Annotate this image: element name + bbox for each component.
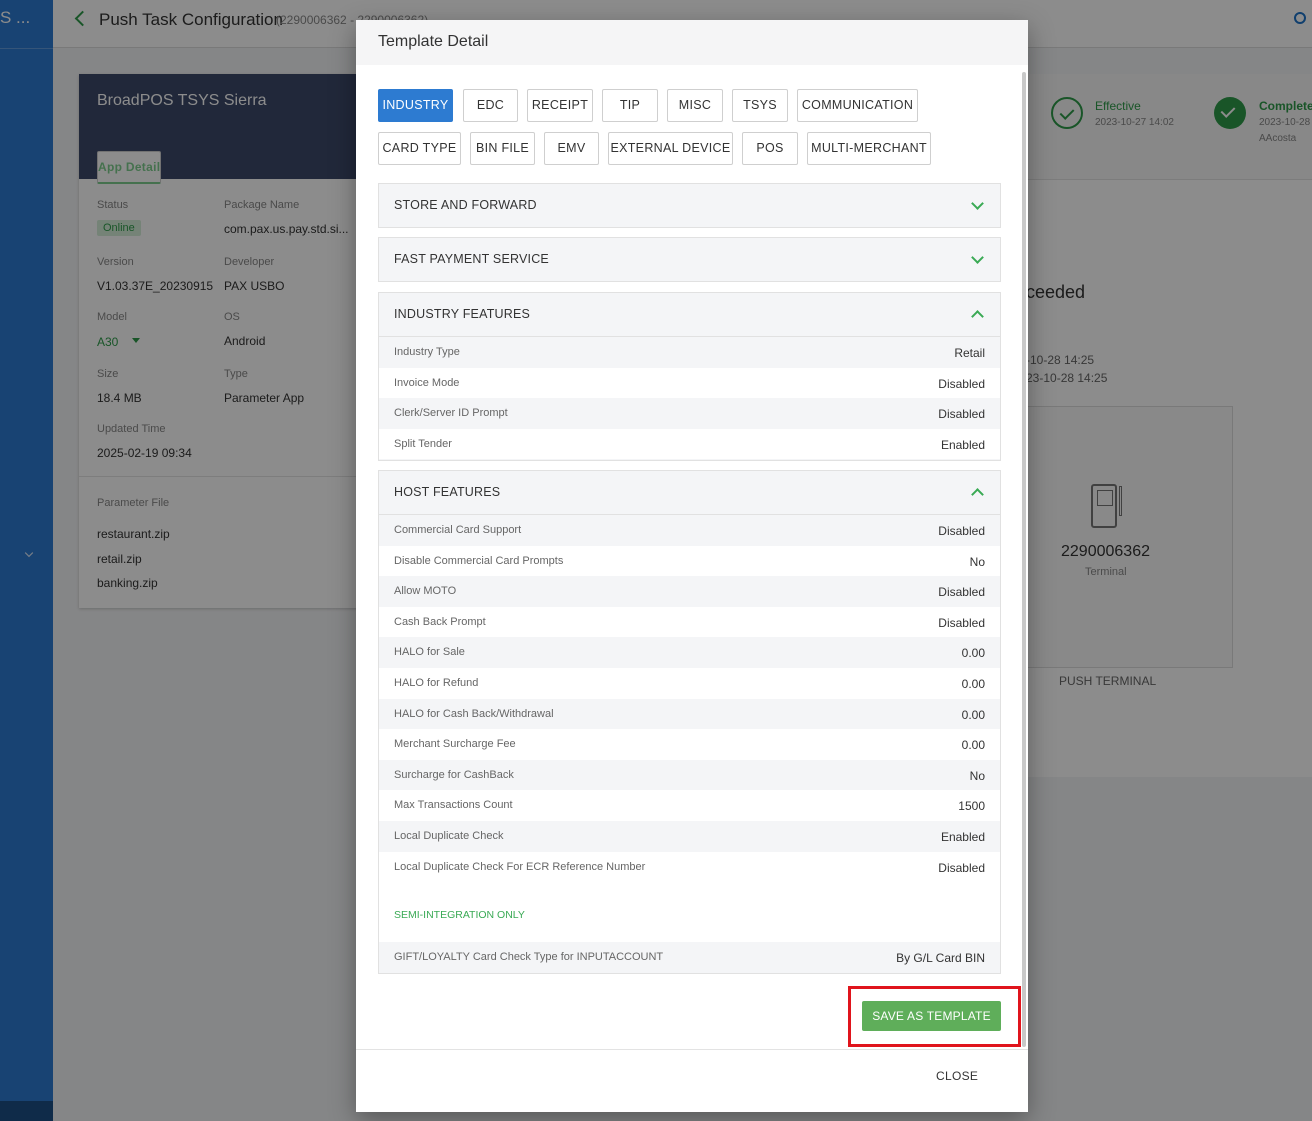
chevron-up-icon[interactable] bbox=[971, 310, 984, 323]
table-row: Clerk/Server ID Prompt Disabled bbox=[379, 398, 1000, 429]
table-row: Max Transactions Count 1500 bbox=[379, 790, 1000, 821]
row-value: Disabled bbox=[938, 407, 985, 422]
table-row: Split Tender Enabled bbox=[379, 429, 1000, 460]
row-value: Disabled bbox=[938, 585, 985, 600]
row-key: Surcharge for CashBack bbox=[394, 768, 514, 781]
row-value: No bbox=[969, 554, 985, 569]
row-key: Clerk/Server ID Prompt bbox=[394, 407, 508, 420]
table-row: HALO for Refund 0.00 bbox=[379, 668, 1000, 699]
row-value: No bbox=[969, 768, 985, 783]
semi-integration-subheader: SEMI-INTEGRATION ONLY bbox=[379, 882, 1000, 943]
section-title: INDUSTRY FEATURES bbox=[394, 307, 531, 321]
section-store-and-forward[interactable]: STORE AND FORWARD bbox=[378, 183, 1001, 228]
tab-emv[interactable]: EMV bbox=[544, 132, 599, 165]
row-key: Merchant Surcharge Fee bbox=[394, 738, 516, 751]
chevron-down-icon[interactable] bbox=[971, 251, 984, 264]
row-value: Disabled bbox=[938, 615, 985, 630]
host-rows: Commercial Card Support Disabled Disable … bbox=[379, 514, 1000, 973]
section-title: STORE AND FORWARD bbox=[394, 198, 537, 212]
table-row: HALO for Cash Back/Withdrawal 0.00 bbox=[379, 698, 1000, 730]
row-key: Local Duplicate Check bbox=[394, 829, 504, 842]
tab-communication[interactable]: COMMUNICATION bbox=[797, 89, 918, 122]
section-title: FAST PAYMENT SERVICE bbox=[394, 252, 549, 266]
row-value: By G/L Card BIN bbox=[896, 951, 985, 966]
table-row: HALO for Sale 0.00 bbox=[379, 637, 1000, 668]
dialog-footer-divider bbox=[356, 1049, 1028, 1050]
row-value: 0.00 bbox=[961, 676, 985, 691]
row-value: 0.00 bbox=[961, 738, 985, 753]
section-title: HOST FEATURES bbox=[394, 485, 501, 499]
table-row: Cash Back Prompt Disabled bbox=[379, 607, 1000, 638]
row-value: Disabled bbox=[938, 376, 985, 391]
section-industry-features: INDUSTRY FEATURES Industry Type Retail In… bbox=[378, 292, 1001, 461]
row-key: HALO for Sale bbox=[394, 646, 465, 659]
row-key: Split Tender bbox=[394, 437, 452, 450]
section-host-features: HOST FEATURES Commercial Card Support Dis… bbox=[378, 470, 1001, 974]
table-row: Invoice Mode Disabled bbox=[379, 368, 1000, 399]
chevron-down-icon[interactable] bbox=[971, 197, 984, 210]
section-header[interactable]: HOST FEATURES bbox=[379, 471, 1000, 514]
section-header[interactable]: FAST PAYMENT SERVICE bbox=[379, 238, 1000, 281]
table-row: Merchant Surcharge Fee 0.00 bbox=[379, 729, 1000, 760]
row-key: Commercial Card Support bbox=[394, 524, 522, 536]
tab-industry[interactable]: INDUSTRY bbox=[378, 89, 453, 122]
row-key: Industry Type bbox=[394, 346, 460, 358]
template-detail-dialog: Template Detail INDUSTRY EDC RECEIPT TIP… bbox=[356, 20, 1028, 1112]
chevron-up-icon[interactable] bbox=[971, 488, 984, 501]
tab-external-device[interactable]: EXTERNAL DEVICE bbox=[608, 132, 733, 165]
table-row: Local Duplicate Check Enabled bbox=[379, 820, 1000, 852]
tab-tip[interactable]: TIP bbox=[602, 89, 658, 122]
row-value: Enabled bbox=[940, 829, 985, 844]
table-row: GIFT/LOYALTY Card Check Type for INPUTAC… bbox=[379, 942, 1000, 973]
row-key: Max Transactions Count bbox=[394, 799, 513, 812]
tab-bin-file[interactable]: BIN FILE bbox=[470, 132, 535, 165]
tab-pos[interactable]: POS bbox=[742, 132, 798, 165]
row-key: Allow MOTO bbox=[394, 585, 457, 598]
semi-integration-label: SEMI-INTEGRATION ONLY bbox=[394, 909, 525, 922]
row-key: GIFT/LOYALTY Card Check Type for INPUTAC… bbox=[394, 951, 664, 964]
row-value: 0.00 bbox=[961, 707, 985, 722]
dialog-scrollbar[interactable] bbox=[1022, 72, 1026, 1047]
industry-rows: Industry Type Retail Invoice Mode Disabled… bbox=[379, 336, 1000, 460]
row-value: Retail bbox=[954, 346, 985, 360]
tab-multi-merchant[interactable]: MULTI-MERCHANT bbox=[807, 132, 931, 165]
row-value: Enabled bbox=[940, 437, 985, 452]
tab-misc[interactable]: MISC bbox=[667, 89, 723, 122]
row-key: Local Duplicate Check For ECR Reference … bbox=[394, 860, 646, 873]
tab-receipt[interactable]: RECEIPT bbox=[527, 89, 593, 122]
row-key: HALO for Cash Back/Withdrawal bbox=[394, 707, 554, 720]
table-row: Local Duplicate Check For ECR Reference … bbox=[379, 852, 1000, 883]
row-key: HALO for Refund bbox=[394, 676, 479, 689]
dialog-title-bar: Template Detail bbox=[356, 20, 1028, 65]
table-row: Disable Commercial Card Prompts No bbox=[379, 546, 1000, 577]
tab-edc[interactable]: EDC bbox=[463, 89, 518, 122]
close-button[interactable]: CLOSE bbox=[936, 1069, 978, 1083]
section-header[interactable]: INDUSTRY FEATURES bbox=[379, 293, 1000, 336]
tab-card-type[interactable]: CARD TYPE bbox=[378, 132, 461, 165]
row-value: 1500 bbox=[958, 799, 985, 814]
row-value: Disabled bbox=[938, 524, 985, 538]
row-key: Invoice Mode bbox=[394, 376, 460, 389]
table-row: Industry Type Retail bbox=[379, 337, 1000, 368]
table-row: Allow MOTO Disabled bbox=[379, 576, 1000, 607]
dialog-title: Template Detail bbox=[378, 33, 489, 50]
row-key: Cash Back Prompt bbox=[394, 615, 486, 628]
tab-tsys[interactable]: TSYS bbox=[732, 89, 788, 122]
table-row: Commercial Card Support Disabled bbox=[379, 515, 1000, 546]
table-row: Surcharge for CashBack No bbox=[379, 759, 1000, 791]
row-value: Disabled bbox=[938, 860, 985, 875]
row-key: Disable Commercial Card Prompts bbox=[394, 554, 564, 567]
section-header[interactable]: STORE AND FORWARD bbox=[379, 184, 1000, 227]
row-value: 0.00 bbox=[961, 646, 985, 661]
section-fast-payment-service[interactable]: FAST PAYMENT SERVICE bbox=[378, 237, 1001, 282]
highlight-box bbox=[848, 986, 1021, 1047]
